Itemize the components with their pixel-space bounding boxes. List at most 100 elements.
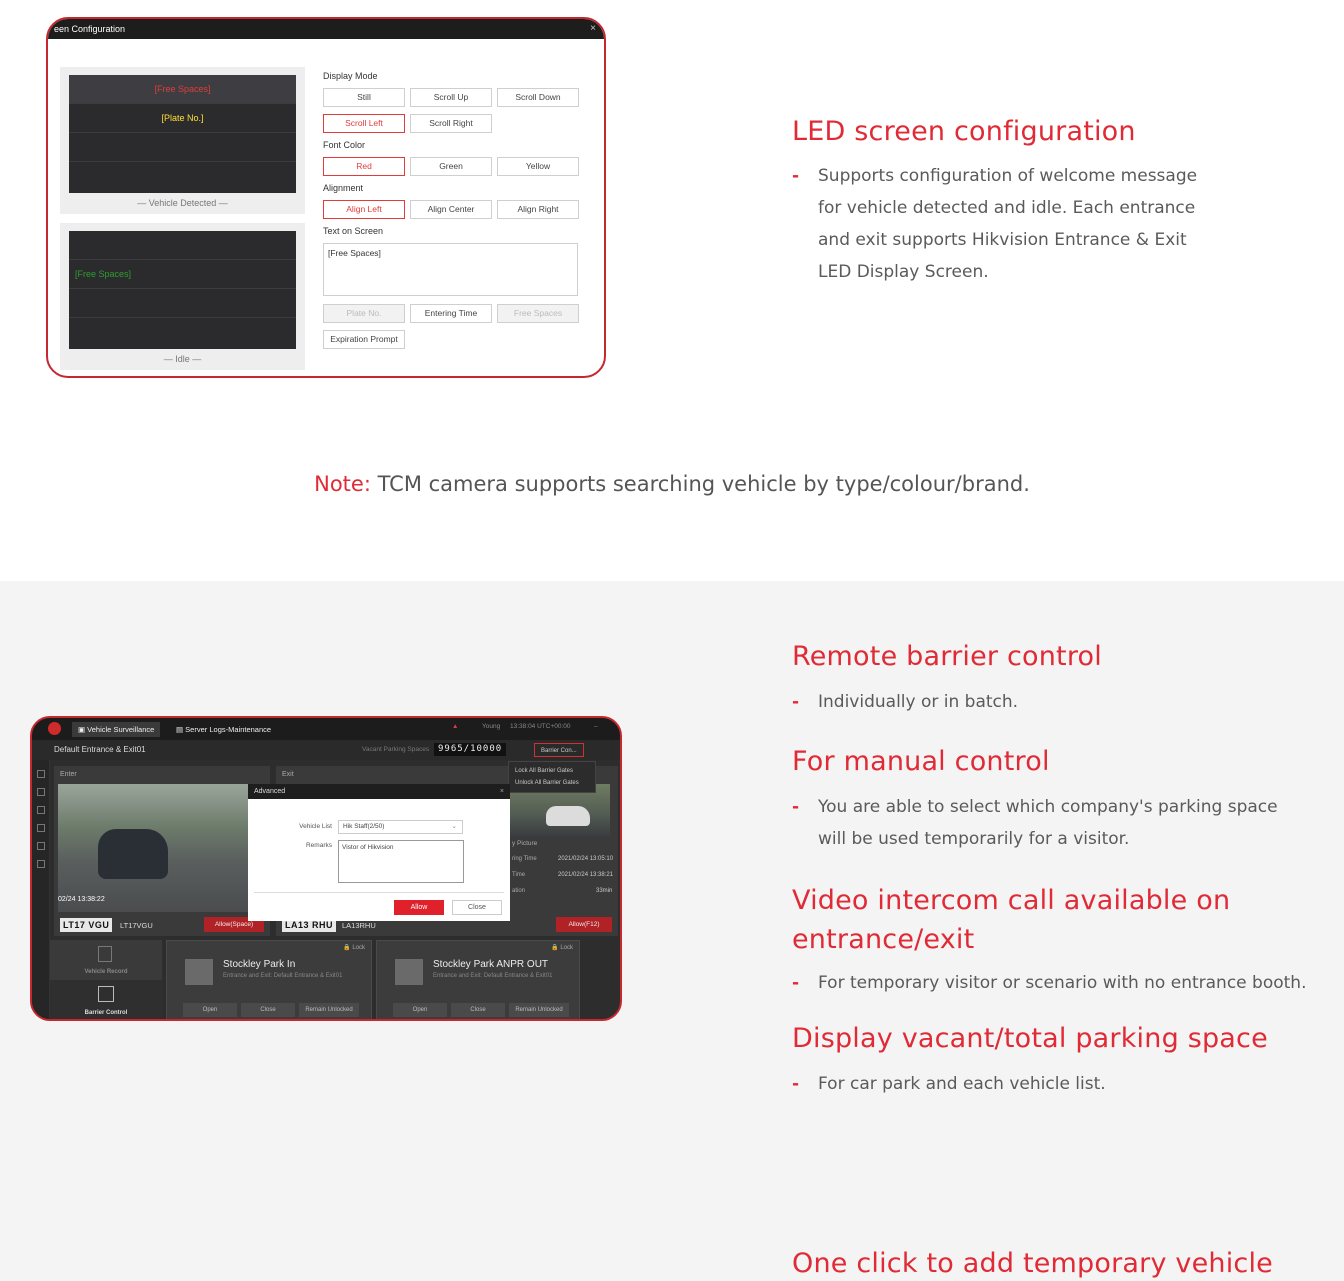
display-mode-scroll-right-button[interactable]: Scroll Right	[410, 114, 492, 133]
dash-bullet: -	[792, 973, 800, 993]
font-color-red-button[interactable]: Red	[323, 157, 405, 176]
font-color-label: Font Color	[323, 140, 366, 150]
lock-label[interactable]: 🔒 Lock	[551, 944, 573, 951]
exit-info-label: ation	[512, 888, 526, 894]
close-icon[interactable]: ×	[590, 19, 596, 39]
enter-label: Enter	[60, 771, 77, 778]
document-icon	[98, 946, 112, 962]
led-section-title: LED screen configuration	[792, 116, 1136, 147]
window-titlebar: een Configuration ×	[48, 19, 604, 39]
vacant-counter: 9965/10000	[434, 743, 507, 756]
insert-expiration-prompt-button[interactable]: Expiration Prompt	[323, 330, 405, 349]
feature-title: For manual control	[792, 746, 1050, 777]
text-on-screen-input[interactable]: [Free Spaces]	[323, 243, 578, 296]
remain-unlocked-button[interactable]: Remain Unlocked	[299, 1003, 359, 1017]
align-right-button[interactable]: Align Right	[497, 200, 579, 219]
remain-unlocked-button[interactable]: Remain Unlocked	[509, 1003, 569, 1017]
card-subtitle: Entrance and Exit: Default Entrance & Ex…	[433, 973, 553, 979]
advanced-dialog: Advanced × Vehicle List Hik Staff(2/50) ⌄…	[248, 784, 510, 921]
site-selector[interactable]: Default Entrance & Exit01	[54, 745, 146, 754]
close-button[interactable]: Close	[452, 900, 502, 915]
note-text: TCM camera supports searching vehicle by…	[370, 472, 1030, 496]
preview-line-1: [Free Spaces]	[69, 75, 296, 104]
remarks-input[interactable]: Vistor of Hikvision	[338, 840, 464, 883]
align-left-button[interactable]: Align Left	[323, 200, 405, 219]
nav-label: Vehicle Record	[84, 969, 128, 975]
feature-body: - Individually or in batch.	[792, 686, 1332, 718]
body-line: and exit supports Hikvision Entrance & E…	[818, 230, 1187, 250]
tool-icon[interactable]	[36, 824, 45, 832]
dash-bullet: -	[792, 166, 800, 186]
display-mode-scroll-left-button[interactable]: Scroll Left	[323, 114, 405, 133]
nav-item-vehicle-record[interactable]: Vehicle Record	[50, 940, 162, 980]
preview-line-1	[69, 231, 296, 260]
open-button[interactable]: Open	[183, 1003, 237, 1017]
preview-line-3	[69, 289, 296, 318]
barrier-control-button[interactable]: Barrier Con...	[534, 743, 584, 757]
picture-label: y Picture	[512, 840, 538, 847]
divider	[254, 892, 504, 893]
font-color-green-button[interactable]: Green	[410, 157, 492, 176]
display-mode-scroll-down-button[interactable]: Scroll Down	[497, 88, 579, 107]
clock: 13:38:04 UTC+00:00	[510, 723, 571, 730]
preview-line-2: [Free Spaces]	[69, 260, 296, 289]
minimize-icon[interactable]: –	[594, 723, 598, 730]
dialog-title: Advanced	[254, 788, 286, 795]
tool-icon[interactable]	[36, 860, 45, 868]
close-button[interactable]: Close	[451, 1003, 505, 1017]
insert-entering-time-button[interactable]: Entering Time	[410, 304, 492, 323]
display-mode-scroll-up-button[interactable]: Scroll Up	[410, 88, 492, 107]
preview-idle: [Free Spaces] — Idle —	[60, 223, 305, 370]
exit-info-value: 2021/02/24 13:38:21	[558, 872, 614, 878]
feature-title: Video intercom call available on entranc…	[792, 881, 1230, 959]
body-line: You are able to select which company's p…	[818, 797, 1278, 817]
preview-line-4	[69, 318, 296, 347]
font-color-yellow-button[interactable]: Yellow	[497, 157, 579, 176]
close-button[interactable]: Close	[241, 1003, 295, 1017]
insert-free-spaces-button[interactable]: Free Spaces	[497, 304, 579, 323]
display-mode-still-button[interactable]: Still	[323, 88, 405, 107]
car-shape	[98, 829, 168, 879]
allow-button[interactable]: Allow	[394, 900, 444, 915]
insert-plate-no-button[interactable]: Plate No.	[323, 304, 405, 323]
tool-icon[interactable]	[36, 842, 45, 850]
exit-info-label: ring Time	[512, 856, 537, 862]
nav-item-barrier-control[interactable]: Barrier Control	[50, 982, 162, 1019]
screen-configuration-window: een Configuration × [Free Spaces] [Plate…	[46, 17, 606, 378]
settings-column: Display Mode Still Scroll Up Scroll Down…	[323, 69, 583, 356]
barrier-icon	[98, 986, 114, 1002]
close-icon[interactable]: ×	[500, 784, 504, 799]
barrier-card: 🔒 Lock Stockley Park In Entrance and Exi…	[166, 940, 372, 1019]
car-shape	[546, 806, 590, 826]
vehicle-surveillance-window: ▣ Vehicle Surveillance ▤ Server Logs-Mai…	[30, 716, 622, 1021]
alarm-icon[interactable]: ▲	[452, 723, 458, 730]
text-on-screen-label: Text on Screen	[323, 226, 384, 236]
tab-server-logs-maintenance[interactable]: ▤ Server Logs-Maintenance	[170, 722, 277, 737]
open-button[interactable]: Open	[393, 1003, 447, 1017]
tool-icon[interactable]	[36, 770, 45, 778]
feature-title: One click to add temporary vehicle	[792, 1248, 1273, 1279]
vehicle-list-select[interactable]: Hik Staff(2/50) ⌄	[338, 820, 463, 834]
tool-icon[interactable]	[36, 806, 45, 814]
title-line: Video intercom call available on	[792, 885, 1231, 916]
tab-label: Server Logs-Maintenance	[185, 725, 272, 734]
body-line: LED Display Screen.	[818, 262, 989, 282]
menu-item-unlock-all[interactable]: Unlock All Barrier Gates	[515, 777, 589, 789]
enter-camera-image: 02/24 13:38:22	[58, 784, 266, 912]
lock-label[interactable]: 🔒 Lock	[343, 944, 365, 951]
align-center-button[interactable]: Align Center	[410, 200, 492, 219]
entrance-bar: Default Entrance & Exit01 Vacant Parking…	[32, 740, 620, 760]
plate-text: LA13RHU	[342, 921, 376, 930]
lock-text: Lock	[352, 945, 365, 951]
feature-body: - For temporary visitor or scenario with…	[792, 967, 1344, 999]
feature-body: - For car park and each vehicle list.	[792, 1068, 1332, 1100]
plate-image: LT17 VGU	[60, 918, 113, 932]
title-line: entrance/exit	[792, 924, 975, 955]
side-toolbar	[32, 760, 50, 1019]
tab-vehicle-surveillance[interactable]: ▣ Vehicle Surveillance	[72, 722, 161, 737]
barrier-gate-icon	[395, 959, 423, 985]
allow-f12-button[interactable]: Allow(F12)	[556, 917, 612, 932]
capture-time: 02/24 13:38:22	[58, 896, 105, 903]
menu-item-lock-all[interactable]: Lock All Barrier Gates	[515, 765, 589, 777]
tool-icon[interactable]	[36, 788, 45, 796]
